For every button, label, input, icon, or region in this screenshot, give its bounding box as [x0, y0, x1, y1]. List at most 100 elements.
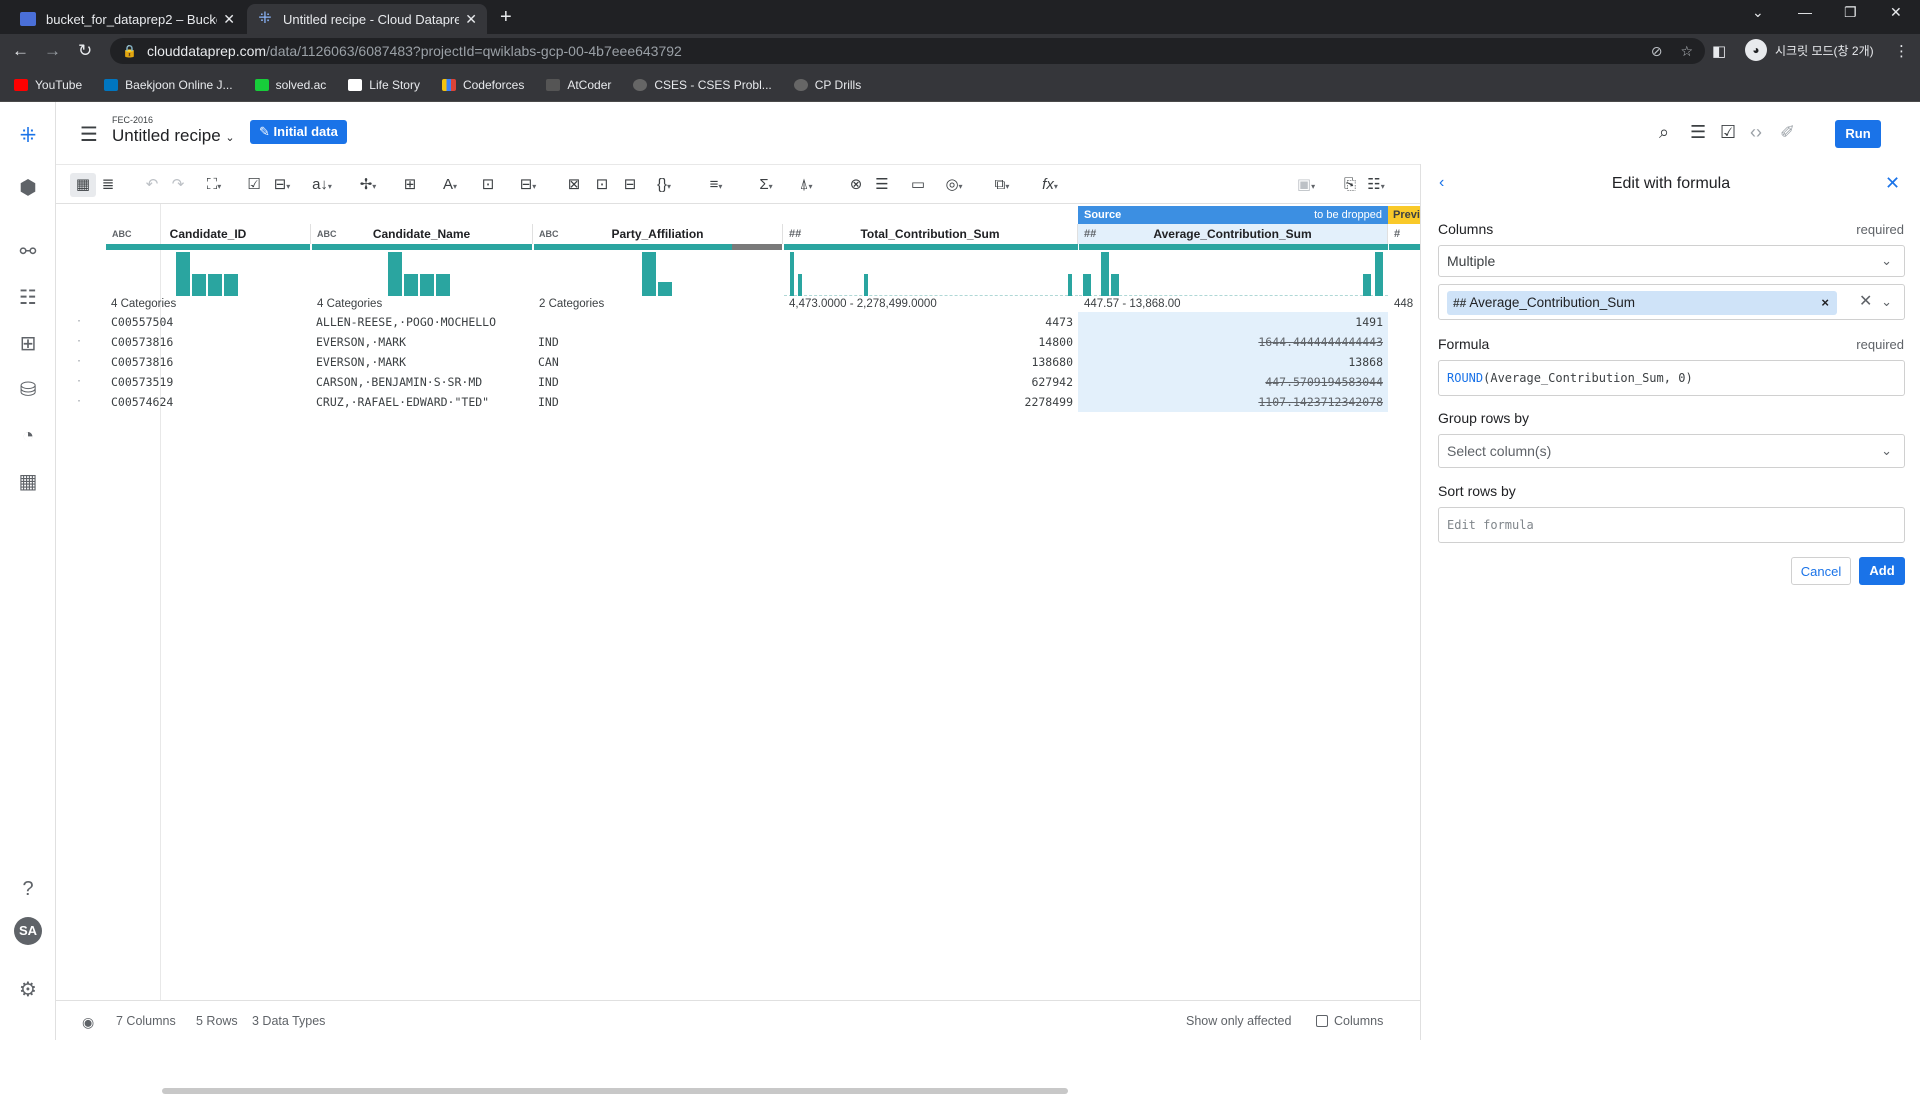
column-header-preview[interactable]: #: [1388, 224, 1420, 244]
cell-candidate-name[interactable]: CARSON,·BENJAMIN·S·SR·MD: [311, 372, 533, 392]
union-icon[interactable]: ☰: [872, 173, 892, 197]
help-icon[interactable]: ?: [14, 875, 42, 903]
cell-total-contribution[interactable]: 138680: [783, 352, 1078, 372]
cell-total-contribution[interactable]: 627942: [783, 372, 1078, 392]
add-button[interactable]: Add: [1859, 557, 1905, 585]
cell-candidate-name[interactable]: EVERSON,·MARK: [311, 352, 533, 372]
histogram-bar[interactable]: [790, 252, 794, 296]
flows-icon[interactable]: ⬢: [14, 174, 42, 202]
grid-view-icon[interactable]: ▦: [70, 173, 96, 197]
table-row[interactable]: · C00557504 ALLEN-REESE,·POGO·MOCHELLO 4…: [56, 312, 1420, 332]
selected-column-chip[interactable]: ## Average_Contribution_Sum ×: [1447, 291, 1837, 315]
bookmark-cses[interactable]: CSES - CSES Probl...: [633, 78, 772, 92]
job-history-icon[interactable]: ◔: [14, 422, 42, 450]
histogram-bar[interactable]: [192, 274, 206, 296]
bookmark-cpdrills[interactable]: CP Drills: [793, 78, 861, 92]
table-row[interactable]: · C00574624 CRUZ,·RAFAEL·EDWARD·"TED" IN…: [56, 392, 1420, 412]
comment-icon[interactable]: ▭: [908, 173, 928, 197]
run-button[interactable]: Run: [1835, 120, 1881, 148]
table-row[interactable]: · C00573519 CARSON,·BENJAMIN·S·SR·MD IND…: [56, 372, 1420, 392]
column-header-candidate-id[interactable]: ABC Candidate_ID: [106, 224, 311, 244]
column-header-candidate-name[interactable]: ABC Candidate_Name: [311, 224, 533, 244]
braces-icon[interactable]: {}▾: [654, 173, 674, 197]
cell-party-affiliation[interactable]: IND: [533, 372, 783, 392]
column-header-party-affiliation[interactable]: ABC Party_Affiliation: [533, 224, 783, 244]
cancel-button[interactable]: Cancel: [1791, 557, 1851, 585]
window-close-icon[interactable]: ✕: [1890, 4, 1902, 21]
dataprep-logo-icon[interactable]: ⁜: [14, 122, 42, 150]
cell-candidate-name[interactable]: CRUZ,·RAFAEL·EDWARD·"TED": [311, 392, 533, 412]
quality-bar[interactable]: [534, 244, 732, 250]
eye-off-icon[interactable]: ⊘: [1651, 43, 1663, 60]
search-icon[interactable]: ⌕: [1659, 122, 1669, 143]
column-select-icon[interactable]: ▣▾: [1296, 173, 1316, 197]
formula-editor[interactable]: ROUND(Average_Contribution_Sum, 0): [1438, 360, 1905, 396]
restore-icon[interactable]: ❐: [1844, 4, 1857, 21]
column-details-icon[interactable]: ⎘: [1340, 173, 1360, 197]
close-tab-icon[interactable]: ✕: [223, 11, 235, 28]
column-header-average-contribution-sum[interactable]: ## Average_Contribution_Sum: [1078, 224, 1388, 244]
split-icon[interactable]: ⊠: [564, 173, 584, 197]
histogram-bar[interactable]: [1068, 274, 1072, 296]
histogram-bar[interactable]: [864, 274, 868, 296]
histogram[interactable]: [106, 252, 310, 296]
browser-menu-icon[interactable]: ⋮: [1894, 42, 1909, 60]
histogram-bar[interactable]: [798, 274, 802, 296]
merge-icon[interactable]: ⊞: [400, 173, 420, 197]
histogram-bar[interactable]: [1101, 252, 1109, 296]
flow-name[interactable]: FEC-2016: [112, 115, 153, 125]
close-icon[interactable]: ✕: [1885, 173, 1900, 194]
extract-icon[interactable]: ⊡: [478, 173, 498, 197]
magic-wand-icon[interactable]: ✐: [1780, 122, 1795, 143]
column-count[interactable]: 7 Columns: [116, 1014, 176, 1028]
columns-checkbox[interactable]: Columns: [1316, 1014, 1383, 1028]
chevron-down-icon[interactable]: ⌄: [1881, 294, 1892, 310]
quality-bar[interactable]: [1389, 244, 1420, 250]
bookmark-solvedac[interactable]: solved.ac: [254, 78, 326, 92]
incognito-indicator[interactable]: ◕ 시크릿 모드(창 2개): [1745, 39, 1874, 61]
histogram-bar[interactable]: [658, 282, 672, 296]
database-icon[interactable]: ⛁: [14, 376, 42, 404]
list-view-icon[interactable]: ≣: [98, 173, 118, 197]
cell-average-contribution[interactable]: 1491: [1078, 312, 1388, 332]
cell-candidate-id[interactable]: C00573519: [106, 372, 311, 392]
table-row[interactable]: · C00573816 EVERSON,·MARK CAN 138680 138…: [56, 352, 1420, 372]
text-format-icon[interactable]: A▾: [440, 173, 460, 197]
join-icon[interactable]: ⊗: [846, 173, 866, 197]
histogram[interactable]: [1079, 252, 1388, 296]
bookmark-star-icon[interactable]: ☆: [1680, 43, 1693, 60]
histogram-bar[interactable]: [1111, 274, 1119, 296]
list-view-icon[interactable]: ☰: [1690, 122, 1706, 143]
table-row[interactable]: · C00573816 EVERSON,·MARK IND 14800 1644…: [56, 332, 1420, 352]
column-multiselect[interactable]: ## Average_Contribution_Sum × ✕ ⌄: [1438, 284, 1905, 320]
settings-sliders-icon[interactable]: ☷▾: [1366, 173, 1386, 197]
side-panel-icon[interactable]: ◧: [1712, 42, 1726, 60]
histogram-bar[interactable]: [436, 274, 450, 296]
cell-party-affiliation[interactable]: CAN: [533, 352, 783, 372]
nest-icon[interactable]: ⊡: [592, 173, 612, 197]
code-icon[interactable]: ‹›: [1750, 122, 1762, 143]
show-only-affected-toggle[interactable]: Show only affected: [1186, 1014, 1291, 1028]
histogram-bar[interactable]: [176, 252, 190, 296]
address-bar[interactable]: 🔒 clouddataprep.com/data/1126063/6087483…: [110, 38, 1705, 64]
browser-tab-bucket[interactable]: bucket_for_dataprep2 – Bucket det ✕: [10, 4, 245, 34]
columns-mode-select[interactable]: Multiple ⌄: [1438, 245, 1905, 277]
settings-gear-icon[interactable]: ⚙: [14, 976, 42, 1004]
cell-candidate-id[interactable]: C00557504: [106, 312, 311, 332]
histogram-bar[interactable]: [208, 274, 222, 296]
redo-icon[interactable]: ↷: [168, 173, 188, 197]
jobs-icon[interactable]: ☷: [14, 284, 42, 312]
sigma-icon[interactable]: Σ▾: [756, 173, 776, 197]
cell-candidate-id[interactable]: C00573816: [106, 332, 311, 352]
eye-icon[interactable]: ◉: [82, 1014, 94, 1031]
sort-rows-input[interactable]: Edit formula: [1438, 507, 1905, 543]
new-tab-button[interactable]: +: [500, 6, 512, 29]
histogram-bar[interactable]: [404, 274, 418, 296]
bookmark-codeforces[interactable]: Codeforces: [441, 78, 524, 92]
cell-party-affiliation[interactable]: [533, 312, 783, 332]
undo-icon[interactable]: ↶: [142, 173, 162, 197]
cell-candidate-name[interactable]: ALLEN-REESE,·POGO·MOCHELLO: [311, 312, 533, 332]
copy-icon[interactable]: ⧉▾: [992, 173, 1012, 197]
histogram-bar[interactable]: [420, 274, 434, 296]
cell-average-contribution[interactable]: 447.5709194583044: [1078, 372, 1388, 392]
